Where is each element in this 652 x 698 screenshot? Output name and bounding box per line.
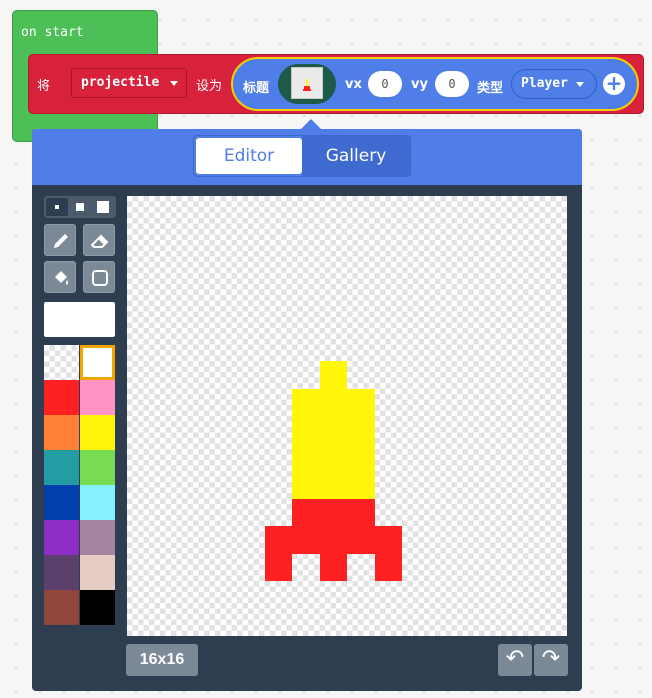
eraser-icon [90,234,109,248]
sprite-image-field[interactable] [278,64,336,104]
sprite-pixel [319,416,347,444]
sprite-pixel [319,443,347,471]
palette-swatch[interactable] [80,520,115,555]
palette-swatch[interactable] [80,555,115,590]
brush-size-selector [44,196,116,218]
sprite-pixel [319,471,347,499]
sprite-pixel [319,553,347,581]
kind-dropdown[interactable]: Player [511,69,597,99]
palette-swatch[interactable] [44,520,79,555]
add-parameter-icon[interactable]: + [603,73,625,95]
pencil-tool[interactable] [44,224,76,256]
kind-value: Player [521,76,568,91]
sprite-pixel [292,471,320,499]
brush-size-large[interactable] [92,198,114,216]
sprite-pixel [264,526,292,554]
sprite-pixel [319,498,347,526]
drawing-canvas[interactable] [127,196,567,636]
palette-swatch[interactable] [44,415,79,450]
image-editor: Editor Gallery 16x16 ↶ ↷ [32,129,582,691]
palette-swatch[interactable] [80,450,115,485]
palette-swatch[interactable] [44,590,79,625]
vx-input[interactable]: 0 [368,71,402,97]
sprite-pixel [347,471,375,499]
palette-swatch[interactable] [80,345,115,380]
sprite-pixel [292,498,320,526]
canvas-size-button[interactable]: 16x16 [126,644,198,676]
chevron-down-icon [170,81,178,86]
pencil-icon [54,234,68,248]
color-palette [44,345,116,627]
kind-label: 类型 [477,81,504,96]
sprite-pixel [347,388,375,416]
palette-swatch[interactable] [80,415,115,450]
palette-swatch[interactable] [44,380,79,415]
sprite-thumbnail [291,67,323,99]
palette-swatch[interactable] [44,450,79,485]
sprite-pixel [264,553,292,581]
sprite-pixel [292,416,320,444]
sprite-pixel [374,553,402,581]
create-sprite-block[interactable]: 标题 vx 0 vy 0 类型 Player + [231,57,639,111]
variable-dropdown[interactable]: projectile [71,68,187,98]
sprite-pixel [292,526,320,554]
set-keyword: 将 [37,79,51,94]
editor-header: Editor Gallery [32,129,582,185]
set-variable-block[interactable]: 将 projectile 设为 标题 vx 0 vy 0 类型 Player + [28,54,644,114]
sprite-pixel [319,388,347,416]
sprite-pixel [347,498,375,526]
rectangle-icon [92,270,108,286]
palette-swatch[interactable] [80,590,115,625]
current-color-preview [44,302,115,337]
sprite-pixel [292,443,320,471]
rectangle-tool[interactable] [83,261,115,293]
on-start-label: on start [21,25,84,40]
sprite-pixel [319,361,347,389]
palette-swatch[interactable] [44,345,79,380]
sprite-pixel [374,526,402,554]
redo-icon[interactable]: ↷ [534,644,568,676]
vy-label: vy [411,77,428,92]
vx-label: vx [345,77,362,92]
image-label: 标题 [243,81,270,96]
palette-swatch[interactable] [80,485,115,520]
tab-editor[interactable]: Editor [196,138,302,174]
brush-size-small[interactable] [46,198,68,216]
brush-size-medium[interactable] [69,198,91,216]
chevron-down-icon [576,82,584,87]
paint-bucket-icon [55,271,68,285]
vy-input[interactable]: 0 [435,71,469,97]
fill-tool[interactable] [44,261,76,293]
palette-swatch[interactable] [44,485,79,520]
sprite-pixel [347,526,375,554]
palette-swatch[interactable] [44,555,79,590]
sprite-pixel [319,526,347,554]
palette-swatch[interactable] [80,380,115,415]
to-keyword: 设为 [196,79,223,94]
undo-icon[interactable]: ↶ [498,644,532,676]
eraser-tool[interactable] [83,224,115,256]
tab-gallery[interactable]: Gallery [302,136,410,176]
sprite-pixel [347,443,375,471]
variable-name: projectile [81,75,160,90]
sprite-pixel [292,388,320,416]
sprite-pixel [347,416,375,444]
editor-tab-switch: Editor Gallery [193,135,411,177]
